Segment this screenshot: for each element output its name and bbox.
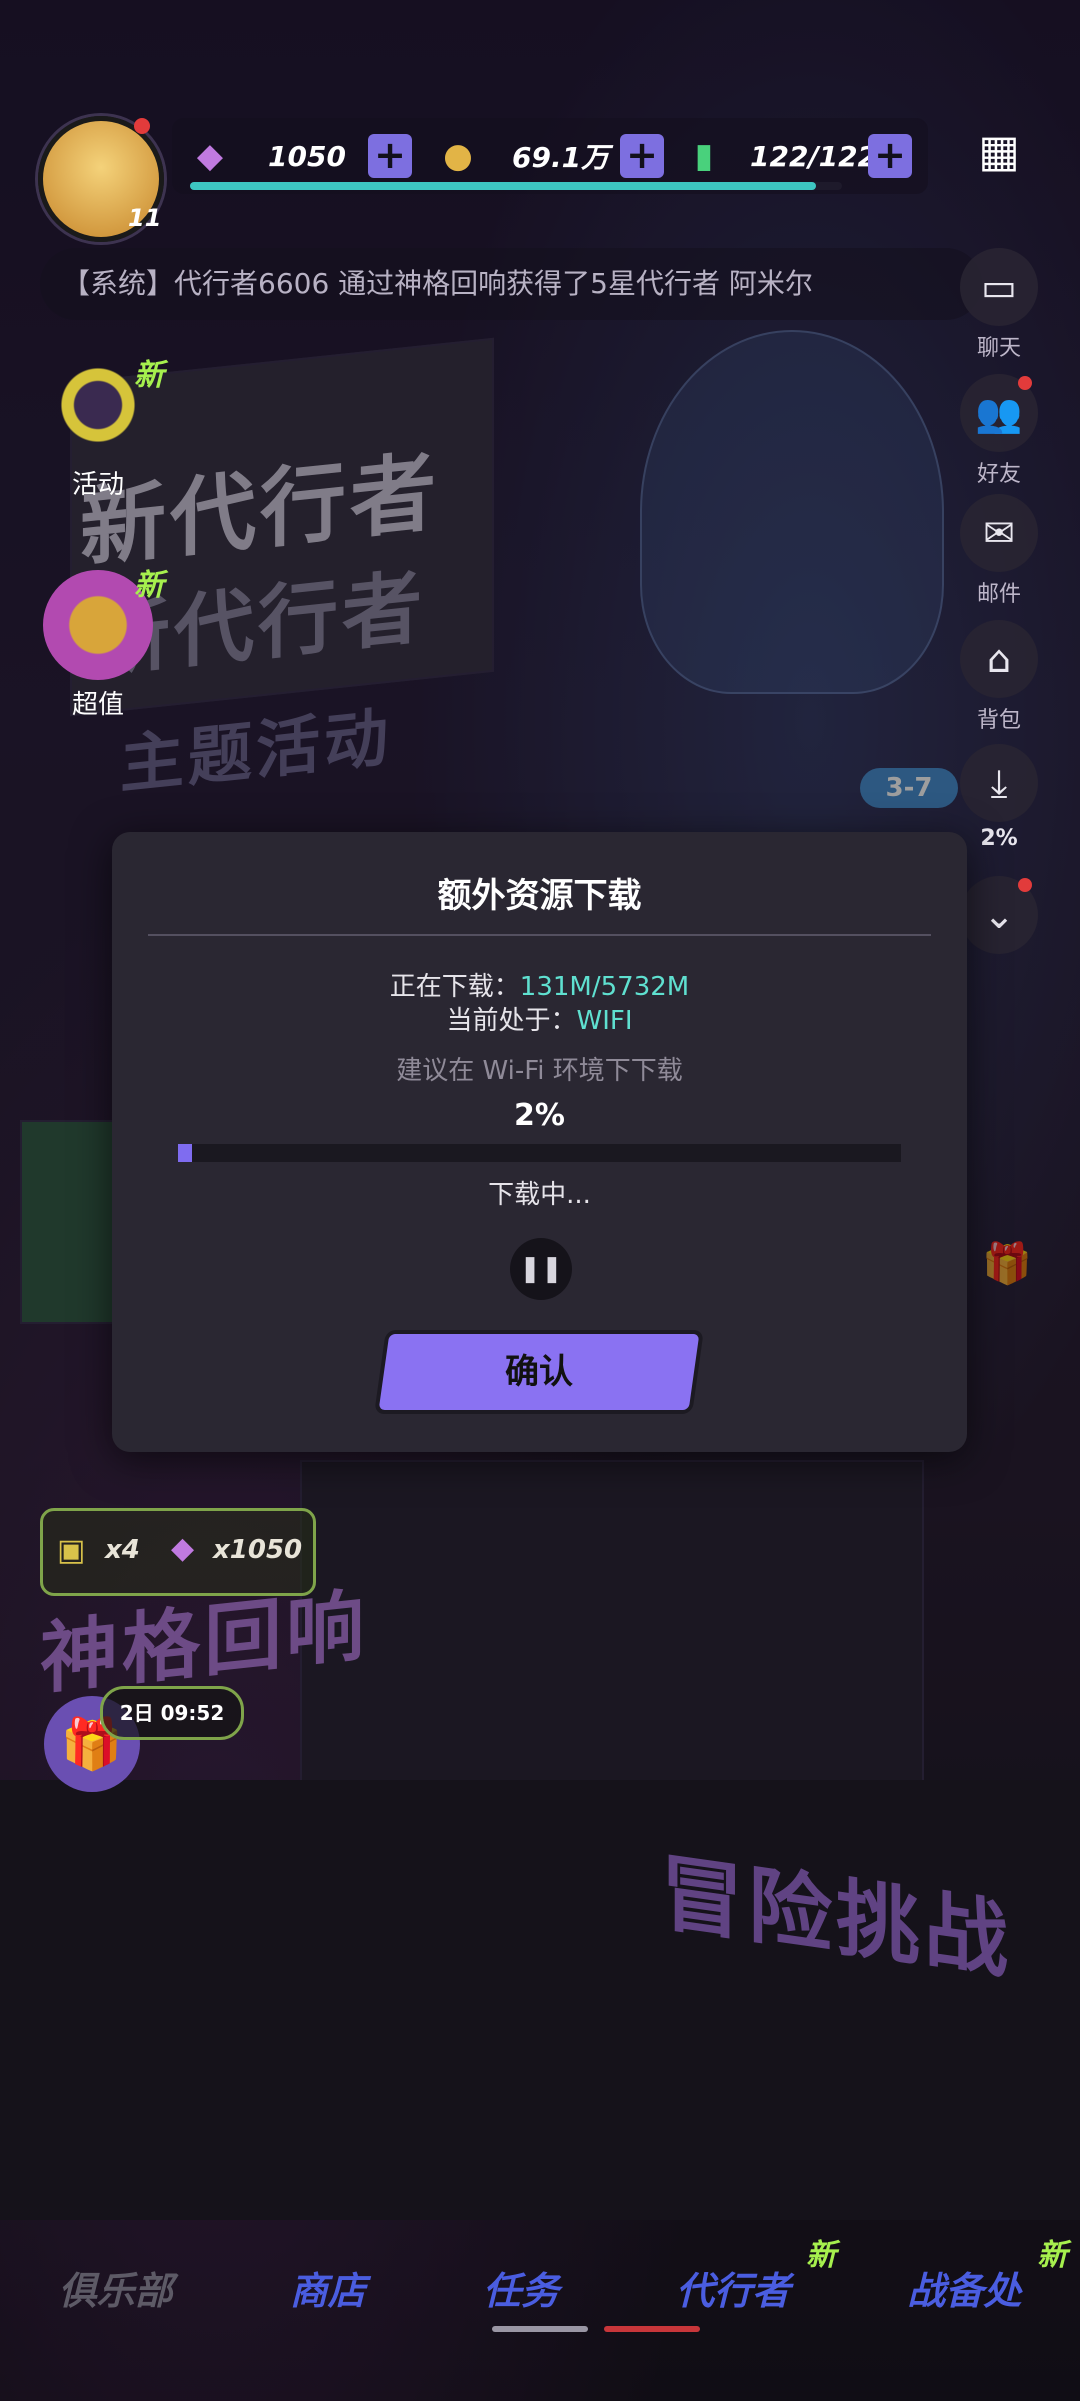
value-pack-label: 超值	[71, 690, 124, 720]
friends-label: 好友	[976, 462, 1021, 487]
dialog-divider	[148, 934, 931, 936]
energy-count: 122/122	[750, 139, 878, 173]
wifi-hint: 建议在 Wi-Fi 环境下下载	[396, 1056, 683, 1086]
page-indicator	[604, 2326, 700, 2332]
bag-icon: ⌂	[960, 620, 1038, 698]
value-pack-new-tag: 新	[134, 568, 164, 603]
exp-bar	[190, 182, 842, 190]
activity-label: 活动	[71, 470, 124, 500]
network-value: WIFI	[576, 1006, 633, 1036]
download-progress-bar	[178, 1144, 901, 1162]
download-dialog: 额外资源下载 正在下载：131M/5732M 当前处于：WIFI 建议在 Wi-…	[112, 832, 967, 1452]
download-label: 2%	[980, 826, 1018, 851]
gem-icon-small: ◆	[171, 1531, 195, 1566]
nav-tasks[interactable]: 任务	[483, 2260, 559, 2315]
nav-agents-label: 代行者	[676, 2268, 791, 2313]
home-indicator[interactable]	[492, 2326, 588, 2332]
add-gems-button[interactable]: +	[368, 134, 412, 178]
coin-count: 69.1万	[512, 141, 610, 174]
chat-label: 聊天	[976, 336, 1021, 361]
nav-armory[interactable]: 战备处 新	[907, 2238, 1067, 2315]
add-energy-button[interactable]: +	[868, 134, 912, 178]
menu-grid-icon[interactable]: ▦	[972, 126, 1026, 180]
nav-shop-label: 商店	[289, 2268, 366, 2313]
download-size-row: 正在下载：131M/5732M	[112, 966, 967, 1003]
gem-count: 1050	[268, 139, 346, 173]
pause-button[interactable]: ❚❚	[510, 1238, 572, 1300]
download-progress-fill	[178, 1144, 193, 1162]
battery-icon: ▮	[694, 136, 714, 176]
ticket-icon: ▣	[57, 1533, 86, 1568]
dialog-title: 额外资源下载	[437, 876, 642, 916]
network-label: 当前处于：	[446, 1006, 577, 1036]
mail-label: 邮件	[976, 582, 1021, 607]
nav-tasks-label: 任务	[482, 2268, 559, 2313]
event-timer: 2日 09:52	[100, 1686, 244, 1740]
nav-club[interactable]: 俱乐部	[59, 2260, 173, 2315]
downloading-value: 131M/5732M	[519, 972, 690, 1002]
system-ticker: 【系统】代行者6606 通过神格回响获得了5星代行者 阿米尔	[40, 248, 982, 320]
coin-icon: ●	[443, 136, 473, 176]
collapse-notification-dot	[1018, 878, 1032, 892]
download-button[interactable]: ⤓ 2%	[958, 744, 1040, 851]
download-icon: ⤓	[960, 744, 1038, 822]
mail-icon: ✉	[960, 494, 1038, 572]
gem-reward-count: x1050	[213, 1535, 303, 1565]
download-percent: 2%	[514, 1098, 565, 1133]
confirm-button[interactable]: 确认	[378, 1334, 700, 1410]
add-coins-button[interactable]: +	[620, 134, 664, 178]
event-reward-chip[interactable]: ▣ x4 ◆ x1050	[40, 1508, 316, 1596]
download-status: 下载中...	[488, 1180, 591, 1210]
notification-dot	[134, 118, 150, 134]
confirm-label: 确认	[505, 1352, 573, 1392]
level-badge: 11	[128, 204, 162, 232]
gem-icon: ◆	[196, 136, 224, 176]
chat-icon: ▭	[960, 248, 1038, 326]
downloading-label: 正在下载：	[389, 972, 520, 1002]
nav-armory-label: 战备处	[907, 2268, 1022, 2313]
nav-agents-new-tag: 新	[806, 2237, 837, 2273]
chat-button[interactable]: ▭ 聊天	[958, 248, 1040, 362]
nav-club-label: 俱乐部	[58, 2268, 173, 2313]
friends-notification-dot	[1018, 376, 1032, 390]
mail-button[interactable]: ✉ 邮件	[958, 494, 1040, 608]
ticket-count: x4	[105, 1535, 140, 1565]
friends-button[interactable]: 👥 好友	[958, 374, 1040, 488]
activity-new-tag: 新	[134, 358, 164, 393]
nav-armory-new-tag: 新	[1037, 2237, 1068, 2273]
nav-agents[interactable]: 代行者 新	[676, 2238, 836, 2315]
bag-button[interactable]: ⌂ 背包	[958, 620, 1040, 734]
bag-label: 背包	[976, 708, 1021, 733]
nav-shop[interactable]: 商店	[290, 2260, 366, 2315]
network-row: 当前处于：WIFI	[112, 1000, 967, 1037]
